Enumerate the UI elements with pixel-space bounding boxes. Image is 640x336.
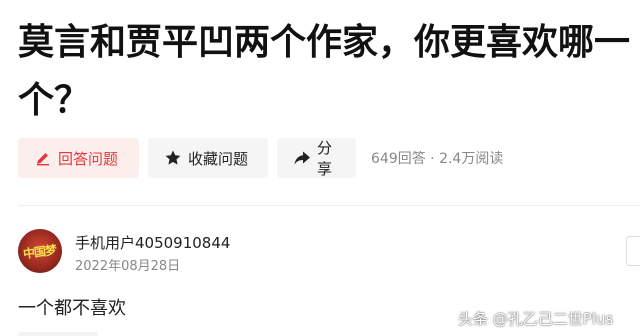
follow-button[interactable]	[626, 236, 640, 266]
answer-user-name[interactable]: 手机用户4050910844	[75, 232, 230, 253]
answer-content: 一个都不喜欢	[18, 298, 126, 319]
question-stats: 649回答 · 2.4万阅读	[371, 151, 504, 167]
question-page: 莫言和贾平凹两个作家，你更喜欢哪一个？ 回答问题 收藏问题 分享 649回答 ·…	[0, 0, 640, 336]
answer-footer-button[interactable]	[18, 332, 98, 336]
collect-question-label: 收藏问题	[188, 149, 249, 168]
pencil-icon	[34, 149, 52, 167]
avatar[interactable]: 中国梦	[18, 229, 62, 273]
answer-date: 2022年08月28日	[75, 259, 181, 274]
watermark: 头条 @孔乙己二世Plus	[458, 310, 614, 328]
question-title: 莫言和贾平凹两个作家，你更喜欢哪一个？	[18, 22, 631, 121]
answer-question-label: 回答问题	[58, 149, 119, 168]
star-icon	[164, 149, 182, 167]
collect-question-button[interactable]: 收藏问题	[148, 138, 268, 178]
answer-question-button[interactable]: 回答问题	[18, 138, 139, 178]
avatar-text: 中国梦	[22, 242, 57, 262]
section-divider	[18, 205, 640, 206]
share-arrow-icon	[293, 149, 311, 167]
question-action-bar: 回答问题 收藏问题 分享 649回答 · 2.4万阅读	[18, 138, 503, 178]
share-label: 分享	[317, 139, 333, 178]
share-button[interactable]: 分享	[277, 138, 356, 178]
